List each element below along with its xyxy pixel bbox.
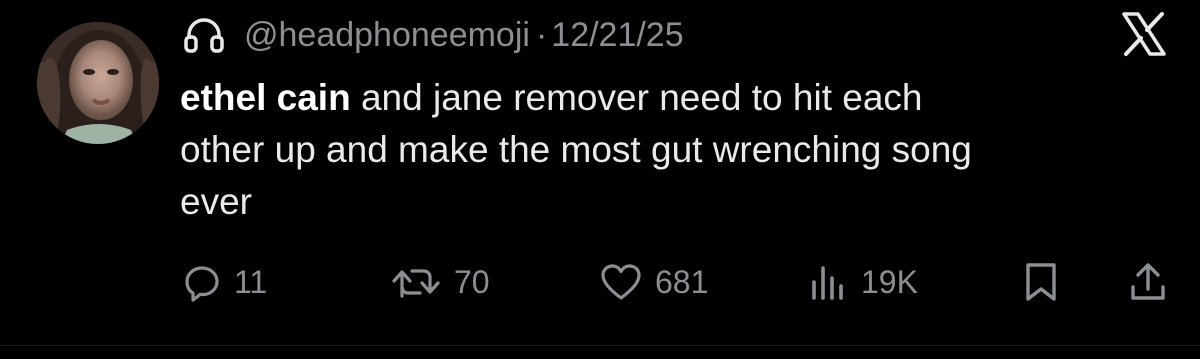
repost-button[interactable]: 70 [390,250,490,314]
repost-count: 70 [454,263,490,300]
repost-icon [390,262,442,302]
views-icon [807,262,849,302]
user-handle[interactable]: @headphoneemoji [244,16,530,55]
bottom-divider [0,345,1200,346]
tweet-text-line-2: other up and make the most gut wrenching… [180,129,972,170]
reply-icon [182,262,222,302]
tweet-text-line-3: ever [180,181,252,222]
share-button[interactable] [1128,250,1168,314]
heart-icon [599,262,643,302]
tweet-date[interactable]: 12/21/25 [551,16,683,55]
x-logo-icon [1118,8,1170,60]
separator-dot: · [535,15,548,54]
tweet-text-bold: ethel cain [180,77,351,118]
share-icon [1128,261,1168,303]
views-count: 19K [861,263,918,300]
views-button[interactable]: 19K [807,250,918,314]
tweet-text-line-1: ethel cain and jane remover need to hit … [180,72,1160,124]
tweet-text-line-1-rest: and jane remover need to hit each [350,77,923,118]
tweet-card: @headphoneemoji · 12/21/25 ethel cain an… [0,0,1200,359]
bookmark-button[interactable] [1022,250,1060,314]
like-count: 681 [655,263,709,300]
headphone-icon [180,11,228,59]
reply-button[interactable]: 11 [182,250,267,314]
action-bar: 11 70 681 19K [0,250,1200,314]
profile-photo-icon [37,22,159,144]
like-button[interactable]: 681 [599,250,708,314]
reply-count: 11 [234,263,268,300]
tweet-text: ethel cain and jane remover need to hit … [180,72,1160,228]
avatar[interactable] [37,22,159,144]
tweet-header: @headphoneemoji · 12/21/25 [180,10,684,60]
bookmark-icon [1022,261,1060,303]
